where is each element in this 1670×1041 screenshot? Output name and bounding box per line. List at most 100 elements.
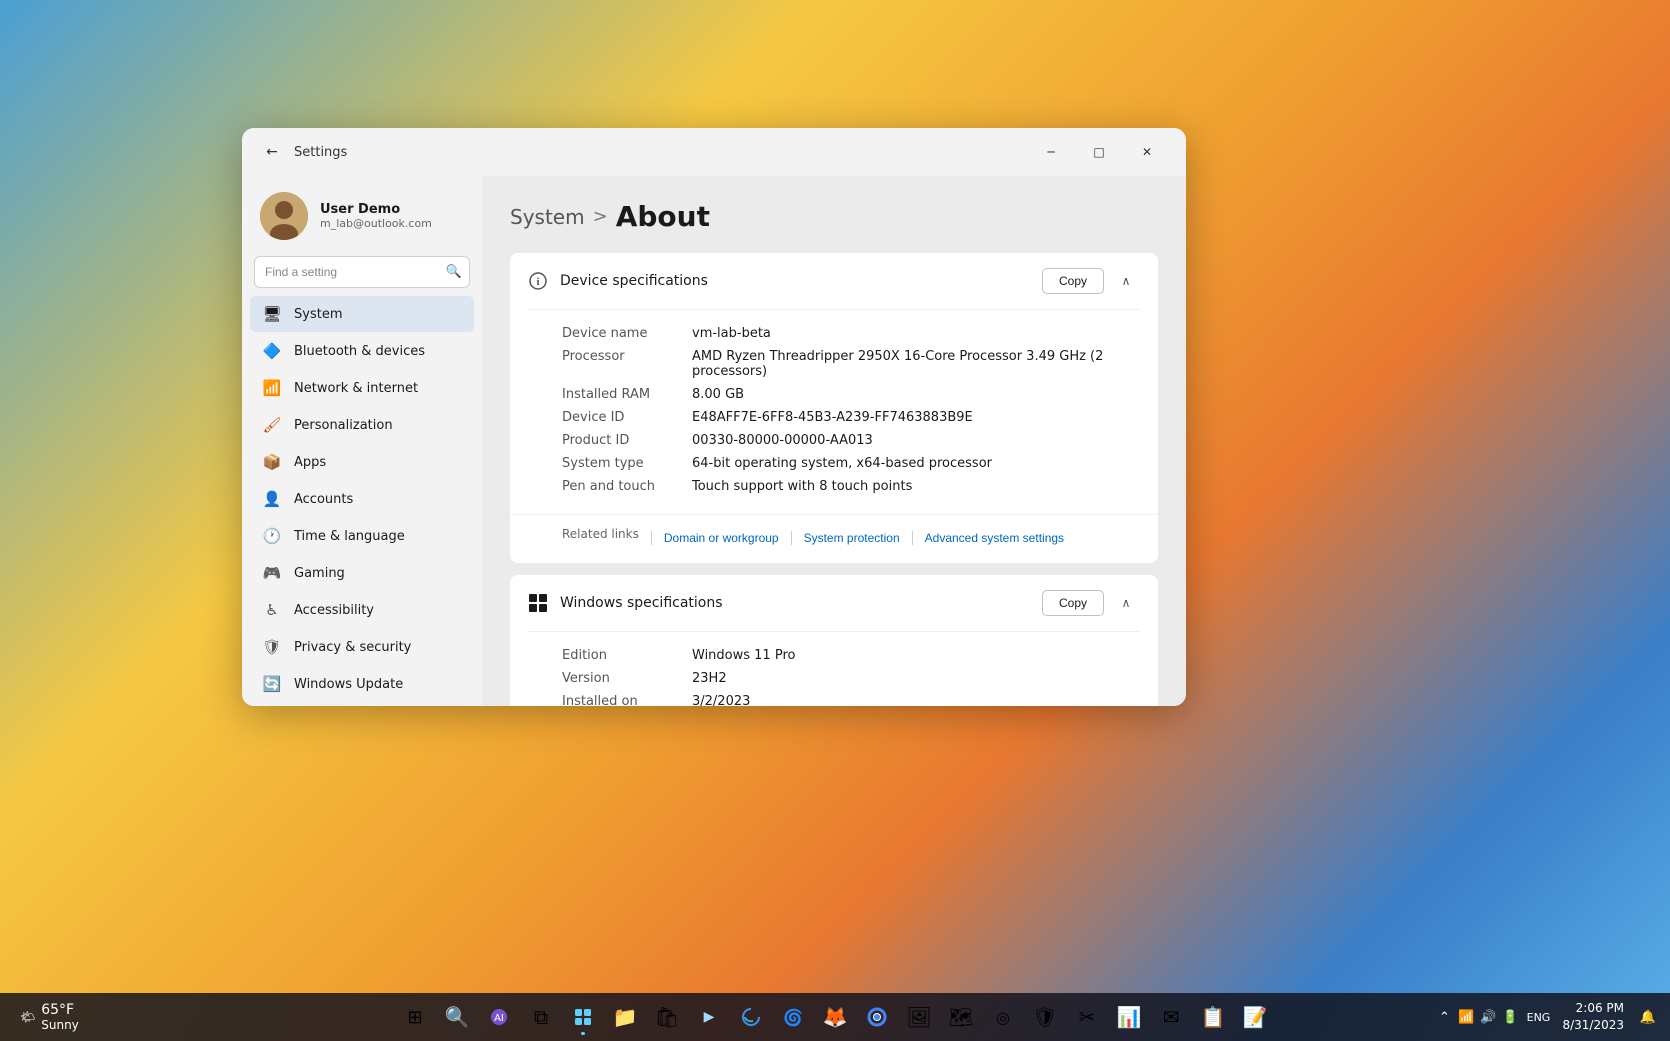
chrome-button[interactable] [857,997,897,1037]
page-header: System > About [510,200,1158,233]
file-explorer-button[interactable]: 📁 [605,997,645,1037]
spec-label-processor: Processor [562,349,692,364]
sidebar-label-gaming: Gaming [294,566,345,581]
link-sep-1 [651,531,652,545]
maps-button[interactable]: 🗺 [941,997,981,1037]
security-taskbar-button[interactable]: 🛡 [1025,997,1065,1037]
weather-widget[interactable]: 🌤 65°F Sunny [12,998,87,1036]
office-button[interactable]: 📊 [1109,997,1149,1037]
snip-button[interactable]: ✂ [1067,997,1107,1037]
windows-specs-title: Windows specifications [560,595,723,611]
sidebar-item-network[interactable]: 📶 Network & internet [250,370,474,406]
windows-specs-header: Windows specifications Copy ∧ [510,575,1158,631]
sidebar-item-bluetooth[interactable]: 🔷 Bluetooth & devices [250,333,474,369]
gaming-icon: 🎮 [262,563,282,583]
search-box: 🔍 [254,256,470,288]
spec-row-device-id: Device ID E48AFF7E-6FF8-45B3-A239-FF7463… [562,406,1140,429]
planner-button[interactable]: 📋 [1193,997,1233,1037]
back-button[interactable]: ← [258,138,286,166]
device-specs-collapse-button[interactable]: ∧ [1112,267,1140,295]
search-button[interactable]: 🔍 [437,997,477,1037]
personalization-icon: 🖌 [262,415,282,435]
task-view-button[interactable]: ⧉ [521,997,561,1037]
network-icon: 📶 [262,378,282,398]
spec-row-ram: Installed RAM 8.00 GB [562,383,1140,406]
main-content: System > About i [482,176,1186,706]
links-row: Related links Domain or workgroup System… [562,527,1140,549]
svg-text:i: i [536,276,539,288]
close-button[interactable]: ✕ [1124,136,1170,168]
link-sep-2 [791,531,792,545]
spec-value-product-id: 00330-80000-00000-AA013 [692,433,873,448]
time-icon: 🕐 [262,526,282,546]
terminal-button[interactable]: ▶ [689,997,729,1037]
settings-taskbar-button[interactable] [563,997,603,1037]
sidebar-item-privacy[interactable]: 🛡 Privacy & security [250,629,474,665]
system-icon: 🖥 [262,304,282,324]
spec-row-product-id: Product ID 00330-80000-00000-AA013 [562,429,1140,452]
device-specs-icon: i [528,271,548,291]
spec-value-device-id: E48AFF7E-6FF8-45B3-A239-FF7463883B9E [692,410,973,425]
weather-icon: 🌤 [20,1010,35,1024]
system-protection-link[interactable]: System protection [804,527,900,549]
spec-value-version: 23H2 [692,671,727,686]
sticky-notes-button[interactable]: 📝 [1235,997,1275,1037]
maximize-button[interactable]: □ [1076,136,1122,168]
tray-chevron[interactable]: ⌃ [1434,1007,1454,1027]
language-indicator[interactable]: ENG [1528,1007,1548,1027]
edge-dev-button[interactable]: 🌀 [773,997,813,1037]
user-email: m_lab@outlook.com [320,217,432,230]
sidebar-item-apps[interactable]: 📦 Apps [250,444,474,480]
privacy-icon: 🛡 [262,637,282,657]
windows-specs-actions: Copy ∧ [1042,589,1140,617]
sidebar-item-time[interactable]: 🕐 Time & language [250,518,474,554]
start-button[interactable]: ⊞ [395,997,435,1037]
clock-time: 2:06 PM [1562,1000,1624,1017]
domain-workgroup-link[interactable]: Domain or workgroup [664,527,779,549]
user-profile[interactable]: User Demo m_lab@outlook.com [250,184,474,256]
sidebar-item-gaming[interactable]: 🎮 Gaming [250,555,474,591]
volume-tray-icon[interactable]: 🔊 [1478,1007,1498,1027]
network-tray-icon[interactable]: 📶 [1456,1007,1476,1027]
windows-specs-body: Edition Windows 11 Pro Version 23H2 Inst… [510,632,1158,706]
edge-button[interactable] [731,997,771,1037]
title-bar-nav: ← Settings [258,138,347,166]
spec-value-pen-touch: Touch support with 8 touch points [692,479,912,494]
device-specs-card: i Device specifications Copy ∧ [510,253,1158,563]
advanced-settings-link[interactable]: Advanced system settings [925,527,1064,549]
search-input[interactable] [254,256,470,288]
minimize-button[interactable]: ─ [1028,136,1074,168]
device-specs-copy-button[interactable]: Copy [1042,268,1104,294]
photos-button[interactable]: 🖼 [899,997,939,1037]
sidebar-item-personalization[interactable]: 🖌 Personalization [250,407,474,443]
spec-row-installed-on: Installed on 3/2/2023 [562,690,1140,706]
store-button[interactable]: 🛍 [647,997,687,1037]
weather-temp: 65°F [41,1002,79,1018]
sidebar-label-accounts: Accounts [294,492,353,507]
cortana-button[interactable]: ◎ [983,997,1023,1037]
spec-value-device-name: vm-lab-beta [692,326,771,341]
device-specs-title: Device specifications [560,273,708,289]
system-clock[interactable]: 2:06 PM 8/31/2023 [1556,998,1630,1036]
windows-specs-collapse-button[interactable]: ∧ [1112,589,1140,617]
taskbar-right: ⌃ 📶 🔊 🔋 ENG 2:06 PM 8/31/2023 🔔 [1434,998,1658,1036]
sidebar-item-accessibility[interactable]: ♿ Accessibility [250,592,474,628]
firefox-button[interactable]: 🦊 [815,997,855,1037]
spec-row-processor: Processor AMD Ryzen Threadripper 2950X 1… [562,345,1140,383]
sidebar-item-accounts[interactable]: 👤 Accounts [250,481,474,517]
bluetooth-icon: 🔷 [262,341,282,361]
sidebar-label-personalization: Personalization [294,418,393,433]
outlook-button[interactable]: ✉ [1151,997,1191,1037]
windows-specs-copy-button[interactable]: Copy [1042,590,1104,616]
tray-icons: ⌃ 📶 🔊 🔋 [1434,1007,1520,1027]
search-icon: 🔍 [446,265,462,280]
desktop: ← Settings ─ □ ✕ [0,0,1670,1041]
related-links: Related links Domain or workgroup System… [510,514,1158,563]
windows-specs-header-left: Windows specifications [528,593,723,613]
battery-tray-icon[interactable]: 🔋 [1500,1007,1520,1027]
spec-value-processor: AMD Ryzen Threadripper 2950X 16-Core Pro… [692,349,1140,379]
notification-icon[interactable]: 🔔 [1638,1007,1658,1027]
copilot-button[interactable]: AI [479,997,519,1037]
sidebar-item-update[interactable]: 🔄 Windows Update [250,666,474,702]
sidebar-item-system[interactable]: 🖥 System [250,296,474,332]
